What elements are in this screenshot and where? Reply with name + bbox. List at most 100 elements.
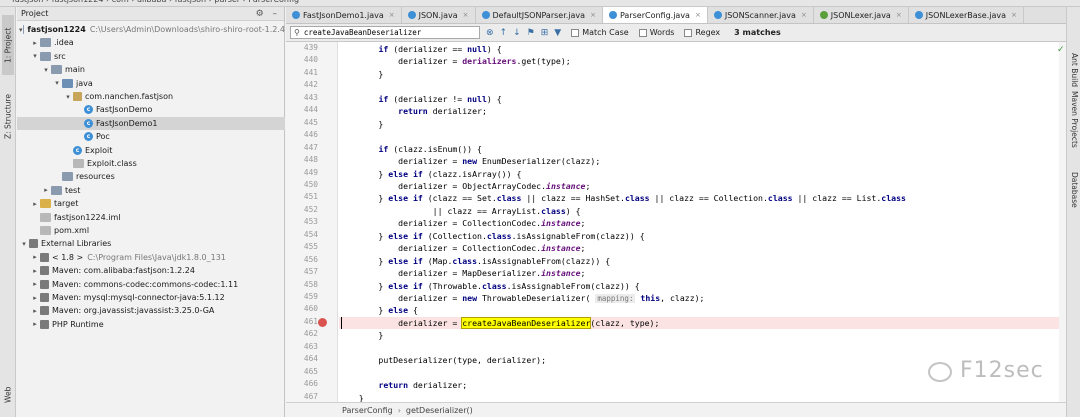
filter-icon[interactable]: ▼ — [554, 28, 561, 38]
code-line[interactable]: if (derializer == null) { — [339, 43, 1059, 56]
code-line[interactable]: } else { — [339, 304, 1059, 317]
chevron-down-icon[interactable]: ▾ — [52, 79, 62, 87]
search-input[interactable]: ⚲ createJavaBeanDeserializer — [290, 26, 480, 39]
code-line[interactable]: } else if (Map.class.isAssignableFrom(cl… — [339, 255, 1059, 268]
tree-item[interactable]: pom.xml — [17, 224, 285, 237]
tree-item[interactable]: resources — [17, 170, 285, 183]
editor-tab[interactable]: FastJsonDemo1.java × — [286, 7, 402, 23]
editor-tab[interactable]: DefaultJSONParser.java × — [476, 7, 603, 23]
previous-match-icon[interactable]: ↑ — [500, 28, 508, 38]
database-tool-tab[interactable]: Database — [1069, 172, 1079, 212]
code-line[interactable]: derializer = ObjectArrayCodec.instance; — [339, 180, 1059, 193]
close-icon[interactable]: × — [695, 11, 701, 19]
code-line[interactable]: } — [339, 392, 1059, 402]
code-line[interactable]: derializer = new ThrowableDeserializer( … — [339, 292, 1059, 305]
words-checkbox[interactable]: Words — [638, 28, 674, 37]
breakpoint-icon[interactable] — [318, 318, 327, 328]
tree-item[interactable]: ▾ src — [17, 50, 285, 63]
code-line[interactable]: } — [339, 118, 1059, 131]
chevron-down-icon[interactable]: ▾ — [41, 66, 51, 74]
tree-item[interactable]: ▾ fastjson1224 C:\Users\Admin\Downloads\sh… — [17, 23, 285, 36]
breadcrumb-item[interactable]: fastjson — [12, 0, 43, 4]
project-view-selector[interactable]: Project — [21, 9, 48, 18]
tree-item[interactable]: Exploit.class — [17, 157, 285, 170]
find-all-icon[interactable]: ⚑ — [527, 28, 535, 38]
code-line[interactable] — [339, 342, 1059, 355]
chevron-right-icon[interactable]: ▸ — [30, 267, 40, 275]
code-line[interactable]: } — [339, 68, 1059, 81]
tree-item[interactable]: ▾ java — [17, 77, 285, 90]
code-line[interactable]: } else if (clazz.isArray()) { — [339, 168, 1059, 181]
code-view[interactable]: if (derializer == null) { derializer = d… — [339, 42, 1059, 402]
maven-projects-tool-tab[interactable]: Maven Projects — [1069, 91, 1079, 153]
add-occurrence-icon[interactable]: ⊞ — [541, 28, 549, 38]
editor-tab[interactable]: JSONLexer.java × — [814, 7, 909, 23]
code-line[interactable] — [339, 130, 1059, 143]
close-icon[interactable]: × — [389, 11, 395, 19]
breadcrumb-item[interactable]: parser — [214, 0, 240, 4]
code-line[interactable]: || clazz == ArrayList.class) { — [339, 205, 1059, 218]
tree-item[interactable]: fastjson1224.iml — [17, 211, 285, 224]
tree-item[interactable]: c FastJsonDemo — [17, 103, 285, 116]
project-tool-tab[interactable]: 1: Project — [2, 15, 14, 75]
chevron-right-icon[interactable]: ▸ — [30, 253, 40, 261]
close-icon[interactable]: × — [1011, 11, 1017, 19]
tree-item[interactable]: ▾ External Libraries — [17, 237, 285, 250]
code-line[interactable]: return derializer; — [339, 105, 1059, 118]
breadcrumb-item[interactable]: com — [112, 0, 129, 4]
breadcrumb-item[interactable]: fastjson1224 — [52, 0, 104, 4]
editor-tab[interactable]: JSONScanner.java × — [708, 7, 814, 23]
web-tool-tab[interactable]: Web — [2, 382, 14, 408]
tree-item[interactable]: c Exploit — [17, 144, 285, 157]
chevron-down-icon[interactable]: ▾ — [63, 93, 73, 101]
chevron-right-icon[interactable]: ▸ — [30, 280, 40, 288]
code-line[interactable]: } else if (Collection.class.isAssignable… — [339, 230, 1059, 243]
tree-item[interactable]: c FastJsonDemo1 — [17, 116, 285, 130]
regex-checkbox[interactable]: Regex — [684, 28, 720, 37]
code-line[interactable]: derializer = new EnumDeserializer(clazz)… — [339, 155, 1059, 168]
vertical-scrollbar[interactable] — [1059, 42, 1066, 402]
chevron-down-icon[interactable]: ▾ — [19, 26, 23, 34]
match-case-checkbox[interactable]: Match Case — [571, 28, 629, 37]
close-icon[interactable]: × — [590, 11, 596, 19]
code-line[interactable]: if (derializer != null) { — [339, 93, 1059, 106]
tree-item[interactable]: ▸ Maven: commons-codec:commons-codec:1.11 — [17, 278, 285, 291]
code-line[interactable] — [339, 80, 1059, 93]
tree-item[interactable]: ▸ Maven: org.javassist:javassist:3.25.0-G… — [17, 304, 285, 317]
code-line[interactable]: derializer = derializers.get(type); — [339, 55, 1059, 68]
ant-build-tool-tab[interactable]: Ant Build — [1069, 53, 1079, 93]
editor-tab[interactable]: ParserConfig.java × — [602, 7, 708, 23]
tree-item[interactable]: c Poc — [17, 130, 285, 143]
code-line[interactable]: derializer = CollectionCodec.instance; — [339, 242, 1059, 255]
close-icon[interactable]: × — [801, 11, 807, 19]
code-line[interactable]: } else if (clazz == Set.class || clazz =… — [339, 192, 1059, 205]
code-line[interactable]: } — [339, 329, 1059, 342]
clear-search-icon[interactable]: ⊗ — [486, 28, 494, 38]
code-line[interactable]: putDeserializer(type, derializer); — [339, 354, 1059, 367]
tree-item[interactable]: ▸ target — [17, 197, 285, 210]
structure-tool-tab[interactable]: Z: Structure — [2, 85, 14, 149]
tree-item[interactable]: ▸ Maven: com.alibaba:fastjson:1.2.24 — [17, 264, 285, 277]
chevron-down-icon[interactable]: ▾ — [19, 240, 29, 248]
tree-item[interactable]: ▸ Maven: mysql:mysql-connector-java:5.1.1… — [17, 291, 285, 304]
tree-item[interactable]: ▾ main — [17, 63, 285, 76]
close-icon[interactable]: × — [896, 11, 902, 19]
chevron-right-icon[interactable]: ▸ — [41, 186, 51, 194]
chevron-right-icon[interactable]: ▸ — [30, 320, 40, 328]
chevron-right-icon[interactable]: ▸ — [30, 39, 40, 47]
breadcrumb-item[interactable]: ParserConfig — [248, 0, 299, 4]
code-line[interactable]: return derializer; — [339, 379, 1059, 392]
code-line[interactable]: derializer = MapDeserializer.instance; — [339, 267, 1059, 280]
code-line[interactable]: derializer = CollectionCodec.instance; — [339, 217, 1059, 230]
line-number-gutter[interactable]: 439 440 441 442 443 444 445 446 447 448 449 450 451 4… — [286, 42, 338, 402]
tree-item[interactable]: ▸ PHP Runtime — [17, 318, 285, 331]
editor-tab[interactable]: JSONLexerBase.java × — [909, 7, 1024, 23]
code-line[interactable]: if (clazz.isEnum()) { — [339, 143, 1059, 156]
tree-item[interactable]: ▸ < 1.8 > C:\Program Files\Java\jdk1.8.0_1… — [17, 251, 285, 264]
code-line[interactable]: } else if (Throwable.class.isAssignableF… — [339, 280, 1059, 293]
editor-tab[interactable]: JSON.java × — [402, 7, 476, 23]
code-line[interactable]: derializer = createJavaBeanDeserializer(… — [339, 316, 1059, 330]
chevron-down-icon[interactable]: ▾ — [30, 52, 40, 60]
next-match-icon[interactable]: ↓ — [513, 28, 521, 38]
chevron-right-icon[interactable]: ▸ — [30, 200, 40, 208]
